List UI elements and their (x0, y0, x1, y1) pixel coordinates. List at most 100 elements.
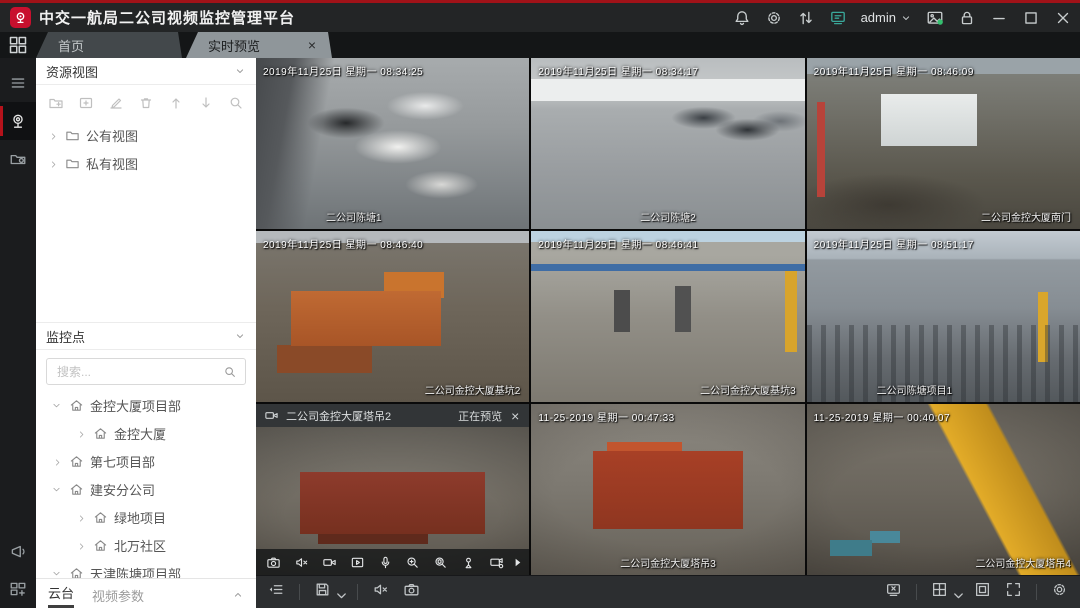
snapshot-status-icon[interactable] (926, 9, 944, 27)
chevron-right-icon[interactable] (48, 158, 59, 169)
tab-home[interactable]: 首页 (36, 32, 182, 58)
mute-button[interactable] (372, 581, 389, 603)
add-group-icon[interactable] (48, 95, 64, 111)
rail-camera-icon[interactable] (0, 102, 36, 140)
maximize-button[interactable] (1022, 9, 1040, 27)
settings-icon[interactable] (765, 9, 783, 27)
move-down-icon[interactable] (198, 95, 214, 111)
rail-wall-icon[interactable] (0, 570, 36, 608)
preset-icon[interactable] (455, 554, 483, 570)
stream-transfer-icon[interactable] (797, 9, 815, 27)
chevron-right-icon[interactable] (76, 428, 87, 439)
snapshot-icon (403, 581, 420, 603)
search-icon[interactable] (228, 95, 244, 111)
single-view-button[interactable] (974, 581, 991, 603)
monitor-tree-item[interactable]: 天津陈塘项目部 (36, 559, 256, 578)
monitor-tree-item[interactable]: 第七项目部 (36, 447, 256, 475)
video-cell[interactable]: 2019年11月25日 星期一 08:34:25二公司陈塘1 (256, 58, 529, 229)
toolbar-divider (357, 584, 358, 600)
osd-timestamp: 2019年11月25日 星期一 08:46:09 (814, 63, 974, 78)
monitor-tree-item[interactable]: 北万社区 (36, 531, 256, 559)
search-icon[interactable] (223, 365, 237, 379)
monitor-points-header[interactable]: 监控点 (36, 323, 256, 350)
video-cell[interactable]: 2019年11月25日 星期一 08:46:41二公司金控大厦基坑3 (531, 231, 804, 402)
chevron-right-icon[interactable] (48, 130, 59, 141)
video-cell[interactable]: 2019年11月25日 星期一 08:51:17二公司陈塘项目1 (807, 231, 1080, 402)
chevron-down-icon[interactable] (52, 484, 63, 495)
notifications-icon[interactable] (733, 9, 751, 27)
save-button[interactable] (314, 581, 343, 603)
move-up-icon[interactable] (168, 95, 184, 111)
video-cell[interactable]: 11-25-2019 星期一 00:47:33二公司金控大厦塔吊3 (531, 404, 804, 575)
playback-icon[interactable] (343, 554, 371, 570)
talk-icon[interactable] (371, 554, 399, 570)
search-input[interactable] (55, 364, 223, 380)
zoom-in-icon[interactable] (399, 554, 427, 570)
tree-item-label: 私有视图 (86, 154, 138, 173)
video-cell[interactable]: 二公司金控大厦塔吊2正在预览× (256, 404, 529, 575)
monitor-tree-item[interactable]: 绿地项目 (36, 503, 256, 531)
rail-broadcast-icon[interactable] (0, 532, 36, 570)
ptz-tab-1[interactable]: 视频参数 (92, 583, 144, 605)
tab-label: 首页 (58, 36, 168, 55)
video-cell[interactable]: 11-25-2019 星期一 00:40:07二公司金控大厦塔吊4 (807, 404, 1080, 575)
chevron-right-icon[interactable] (76, 512, 87, 523)
edit-icon[interactable] (108, 95, 124, 111)
collapse-icon[interactable] (234, 65, 246, 77)
close-button[interactable] (1054, 9, 1072, 27)
more-icon[interactable] (510, 554, 525, 570)
gear-button[interactable] (1051, 581, 1068, 603)
minimize-button[interactable] (990, 9, 1008, 27)
resource-tree-item[interactable]: 公有视图 (36, 121, 256, 149)
snapshot-icon[interactable] (260, 554, 288, 570)
video-cell[interactable]: 2019年11月25日 星期一 08:34:17二公司陈塘2 (531, 58, 804, 229)
chevron-down-icon[interactable] (52, 400, 63, 411)
tab-live-preview[interactable]: 实时预览× (186, 32, 332, 58)
rail-menu-icon[interactable] (0, 64, 36, 102)
app-logo-icon (10, 7, 31, 28)
rail-archive-icon[interactable] (0, 140, 36, 178)
osd-camera-label: 二公司金控大厦南门 (807, 209, 1080, 224)
ptz-tab-0[interactable]: 云台 (48, 580, 74, 608)
chevron-right-icon[interactable] (76, 540, 87, 551)
lock-icon[interactable] (958, 9, 976, 27)
close-all-button[interactable] (885, 581, 902, 603)
fullscreen-button[interactable] (1005, 581, 1022, 603)
osd-camera-label: 二公司金控大厦基坑3 (531, 382, 804, 397)
single-view-icon (974, 581, 991, 603)
delete-icon[interactable] (138, 95, 154, 111)
add-view-icon[interactable] (78, 95, 94, 111)
ptz-tab-row: 云台视频参数 (36, 578, 256, 608)
record-icon[interactable] (316, 554, 344, 570)
zoom-3d-icon[interactable] (427, 554, 455, 570)
monitor-tree-item[interactable]: 建安分公司 (36, 475, 256, 503)
apps-grid-icon[interactable] (8, 35, 28, 55)
monitor-status-icon[interactable] (829, 9, 847, 27)
resource-tree-item[interactable]: 私有视图 (36, 149, 256, 177)
layout-grid-button[interactable] (931, 581, 960, 603)
chevron-down-icon[interactable] (52, 568, 63, 579)
chevron-down-icon (333, 587, 343, 597)
user-menu[interactable]: admin (861, 10, 912, 25)
stream-mode-button[interactable] (268, 581, 285, 603)
collapse-icon[interactable] (232, 588, 244, 600)
chevron-down-icon (900, 12, 912, 24)
snapshot-button[interactable] (403, 581, 420, 603)
bottom-toolbar (256, 575, 1080, 608)
tab-close-icon[interactable]: × (306, 37, 318, 53)
resource-view-header[interactable]: 资源视图 (36, 58, 256, 85)
monitor-tree-item[interactable]: 金控大厦项目部 (36, 391, 256, 419)
mute-icon[interactable] (288, 554, 316, 570)
video-feed: 2019年11月25日 星期一 08:34:17二公司陈塘2 (531, 58, 804, 229)
monitor-tree-item[interactable]: 金控大厦 (36, 419, 256, 447)
close-preview-icon[interactable]: × (509, 408, 521, 424)
video-cell[interactable]: 2019年11月25日 星期一 08:46:09 二公司金控大厦南门 (807, 58, 1080, 229)
ptz-config-icon[interactable] (483, 554, 511, 570)
osd-camera-label: 二公司金控大厦塔吊4 (807, 555, 1080, 570)
chevron-right-icon[interactable] (52, 456, 63, 467)
video-cell[interactable]: 2019年11月25日 星期一 08:46:40二公司金控大厦基坑2 (256, 231, 529, 402)
osd-timestamp: 11-25-2019 星期一 00:47:33 (538, 409, 674, 424)
osd-camera-label: 二公司陈塘2 (531, 209, 804, 224)
gear-icon (1051, 581, 1068, 603)
collapse-icon[interactable] (234, 330, 246, 342)
